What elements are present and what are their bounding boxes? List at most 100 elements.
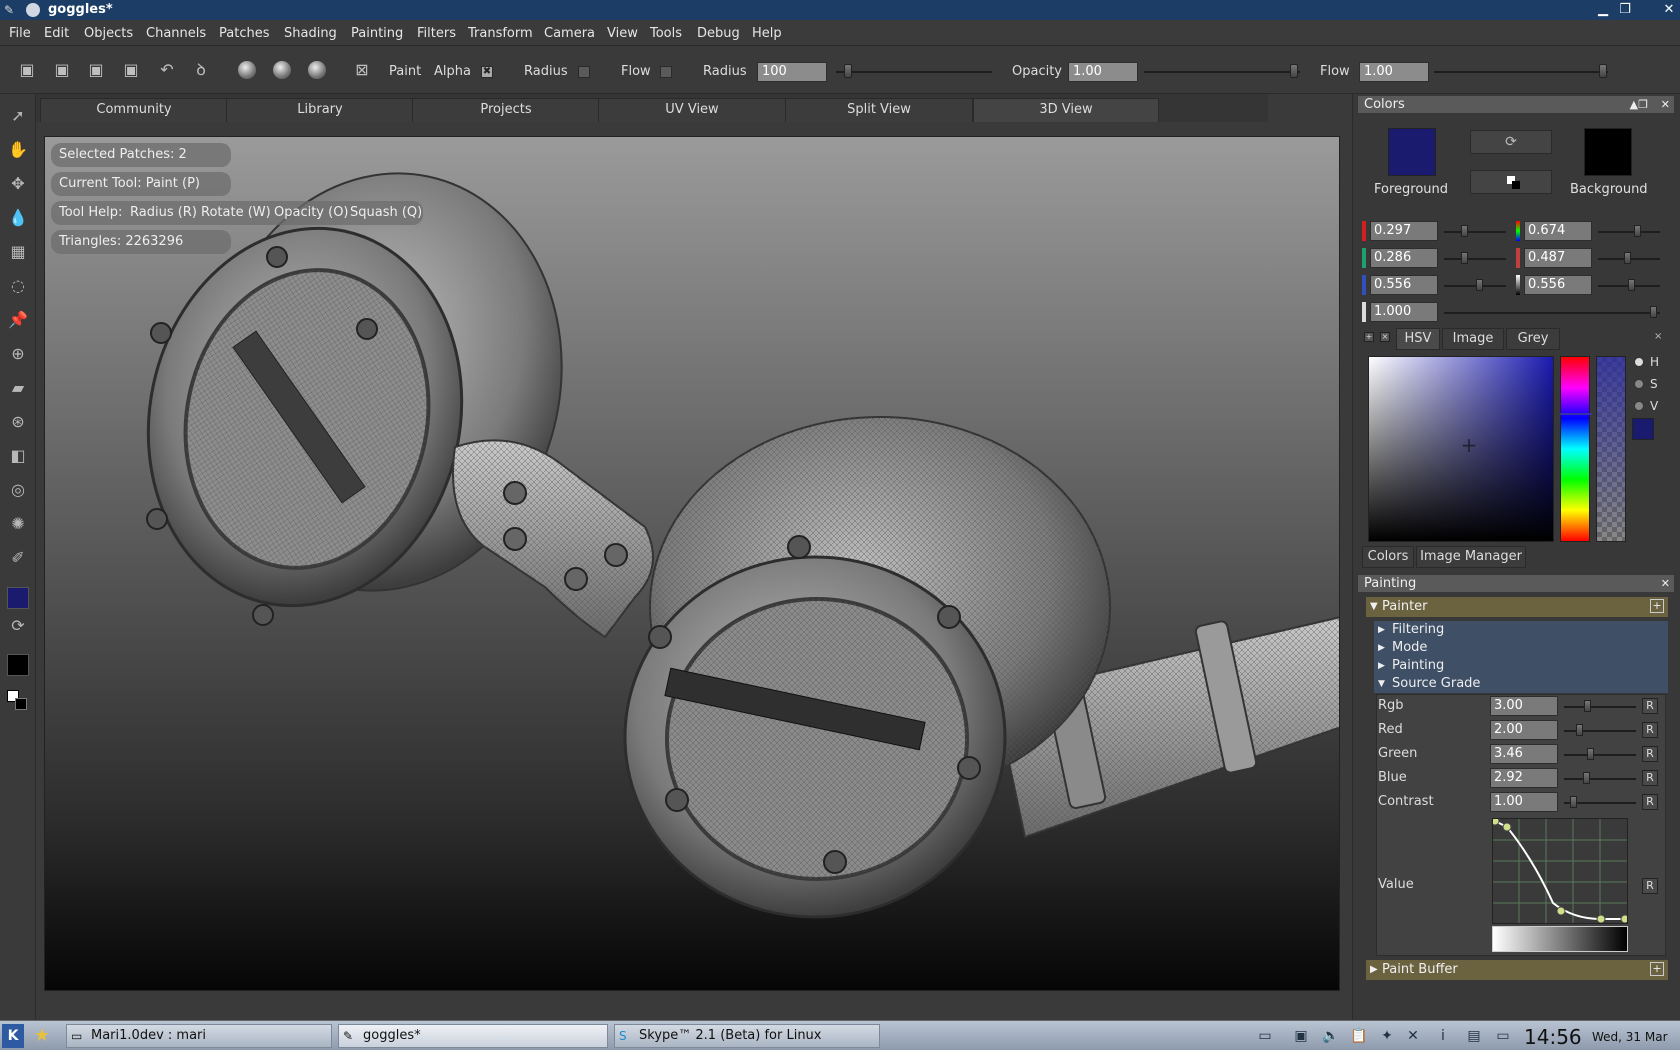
mask-icon[interactable]: ⊠ xyxy=(352,60,372,80)
painter-section-header[interactable]: ▼ Painter + xyxy=(1366,597,1668,617)
brush-hard-icon[interactable] xyxy=(238,61,256,79)
grade-contrast-input[interactable]: 1.00 xyxy=(1490,792,1558,812)
kde-start-icon[interactable]: K xyxy=(2,1024,24,1048)
blue-slider-track[interactable] xyxy=(1444,285,1506,287)
menu-channels[interactable]: Channels xyxy=(146,26,206,41)
paint-label[interactable]: Paint xyxy=(389,64,421,79)
hue-slider-handle[interactable] xyxy=(1634,225,1641,237)
opacity-input[interactable]: 1.00 xyxy=(1068,62,1138,82)
smudge-icon[interactable]: ◎ xyxy=(6,478,30,502)
grid-icon[interactable]: ▦ xyxy=(6,240,30,264)
grade-rgb-input[interactable]: 3.00 xyxy=(1490,696,1558,716)
value-input[interactable]: 0.556 xyxy=(1524,275,1592,295)
tray-network-icon[interactable]: ✦ xyxy=(1378,1027,1396,1045)
grade-blue-track[interactable] xyxy=(1564,778,1636,780)
brush-curve-icon[interactable]: ꝺ xyxy=(191,60,211,80)
flow-input[interactable]: 1.00 xyxy=(1359,62,1429,82)
grade-red-track[interactable] xyxy=(1564,730,1636,732)
move-icon[interactable]: ✥ xyxy=(6,172,30,196)
saturation-value-picker[interactable]: + xyxy=(1368,356,1554,542)
reset-colors-icon-back[interactable] xyxy=(15,698,27,710)
minimize-button[interactable]: ▁ xyxy=(1594,1,1612,19)
app-menu-icon[interactable]: ✎ xyxy=(4,3,18,17)
painter-add-icon[interactable]: + xyxy=(1650,599,1664,613)
grade-contrast-reset-button[interactable]: R xyxy=(1642,794,1658,810)
red-slider-track[interactable] xyxy=(1444,231,1506,233)
tab-projects[interactable]: Projects xyxy=(412,98,600,122)
hue-strip[interactable] xyxy=(1560,356,1592,542)
grade-blue-input[interactable]: 2.92 xyxy=(1490,768,1558,788)
curve-point[interactable] xyxy=(1620,914,1630,924)
curve-point[interactable] xyxy=(1596,914,1606,924)
foreground-swatch[interactable] xyxy=(1388,128,1436,176)
paint-drop-icon[interactable]: 💧 xyxy=(6,206,30,230)
tray-volume-icon[interactable]: 🔈 xyxy=(1322,1027,1340,1045)
brush-glow-icon[interactable] xyxy=(308,61,326,79)
green-slider-handle[interactable] xyxy=(1461,252,1468,264)
radius-slider-track[interactable] xyxy=(836,71,992,73)
float-panel-icon[interactable]: × xyxy=(1380,332,1390,342)
foreground-color-swatch[interactable] xyxy=(7,587,29,609)
grade-rgb-reset-button[interactable]: R xyxy=(1642,698,1658,714)
menu-camera[interactable]: Camera xyxy=(544,26,595,41)
tab-library[interactable]: Library xyxy=(226,98,414,122)
reset-colors-button[interactable] xyxy=(1470,170,1552,194)
tab-3d-view[interactable]: 3D View xyxy=(973,98,1159,122)
menu-help[interactable]: Help xyxy=(752,26,782,41)
hue-slider-track[interactable] xyxy=(1598,231,1660,233)
lasso-icon[interactable]: ◌ xyxy=(6,274,30,298)
blue-input[interactable]: 0.556 xyxy=(1370,275,1438,295)
maximize-button[interactable]: ❐ xyxy=(1616,1,1634,19)
grade-green-reset-button[interactable]: R xyxy=(1642,746,1658,762)
radio-v[interactable] xyxy=(1634,401,1644,411)
tab-split-view[interactable]: Split View xyxy=(785,98,973,122)
green-slider-track[interactable] xyxy=(1444,258,1506,260)
gradient-icon[interactable]: ◧ xyxy=(6,444,30,468)
tab-grey[interactable]: Grey xyxy=(1506,328,1560,350)
grade-rgb-track[interactable] xyxy=(1564,706,1636,708)
paint-buffer-section[interactable]: ▶ Paint Buffer + xyxy=(1366,960,1668,980)
new-layer-icon[interactable]: ▣ xyxy=(17,60,37,80)
grade-rgb-handle[interactable] xyxy=(1584,700,1591,712)
tray-battery-icon[interactable]: ▭ xyxy=(1494,1027,1512,1045)
layer-duplicate-icon[interactable]: ▣ xyxy=(52,60,72,80)
hue-strip-marker[interactable] xyxy=(1560,413,1592,415)
select-arrow-icon[interactable]: ➚ xyxy=(6,104,30,128)
painting-panel-close-icon[interactable]: ✕ xyxy=(1661,575,1670,592)
swap-colors-button[interactable]: ⟳ xyxy=(1470,130,1552,154)
pin-icon[interactable]: 📌 xyxy=(6,308,30,332)
menu-file[interactable]: File xyxy=(9,26,31,41)
green-input[interactable]: 0.286 xyxy=(1370,248,1438,268)
tree-item-mode[interactable]: ▶ Mode xyxy=(1374,639,1668,657)
panel-close-icon[interactable]: ✕ xyxy=(1661,96,1670,113)
background-color-swatch[interactable] xyxy=(7,654,29,676)
grade-contrast-handle[interactable] xyxy=(1570,796,1577,808)
menu-debug[interactable]: Debug xyxy=(697,26,740,41)
radio-h[interactable] xyxy=(1634,357,1644,367)
pin-panel-icon[interactable]: + xyxy=(1364,332,1374,342)
value-curve-graph[interactable] xyxy=(1490,816,1630,924)
grade-blue-handle[interactable] xyxy=(1583,772,1590,784)
value-slider-handle[interactable] xyxy=(1628,279,1635,291)
saturation-slider-handle[interactable] xyxy=(1624,252,1631,264)
opacity-slider-track[interactable] xyxy=(1144,71,1300,73)
tree-item-source-grade[interactable]: ▼ Source Grade xyxy=(1374,675,1668,693)
tree-item-painting[interactable]: ▶ Painting xyxy=(1374,657,1668,675)
tray-drive-icon[interactable]: ▭ xyxy=(1256,1027,1274,1045)
curve-point[interactable] xyxy=(1502,822,1512,832)
curve-point[interactable] xyxy=(1556,906,1566,916)
menu-patches[interactable]: Patches xyxy=(219,26,269,41)
menu-objects[interactable]: Objects xyxy=(84,26,133,41)
eyedropper-icon[interactable]: ✐ xyxy=(6,546,30,570)
flow-pressure-checkbox[interactable] xyxy=(660,66,672,78)
task-mari-terminal[interactable]: ▭ Mari1.0dev : mari xyxy=(66,1024,332,1048)
grade-red-handle[interactable] xyxy=(1576,724,1583,736)
panel-float-icon[interactable]: ▲❐ xyxy=(1630,96,1648,113)
clone-icon[interactable]: ⊕ xyxy=(6,342,30,366)
3d-viewport[interactable]: Selected Patches: 2 Current Tool: Paint … xyxy=(44,136,1340,991)
grade-red-input[interactable]: 2.00 xyxy=(1490,720,1558,740)
tab-hsv[interactable]: HSV xyxy=(1396,328,1440,350)
grade-green-handle[interactable] xyxy=(1587,748,1594,760)
menu-view[interactable]: View xyxy=(607,26,638,41)
pan-hand-icon[interactable]: ✋ xyxy=(6,138,30,162)
